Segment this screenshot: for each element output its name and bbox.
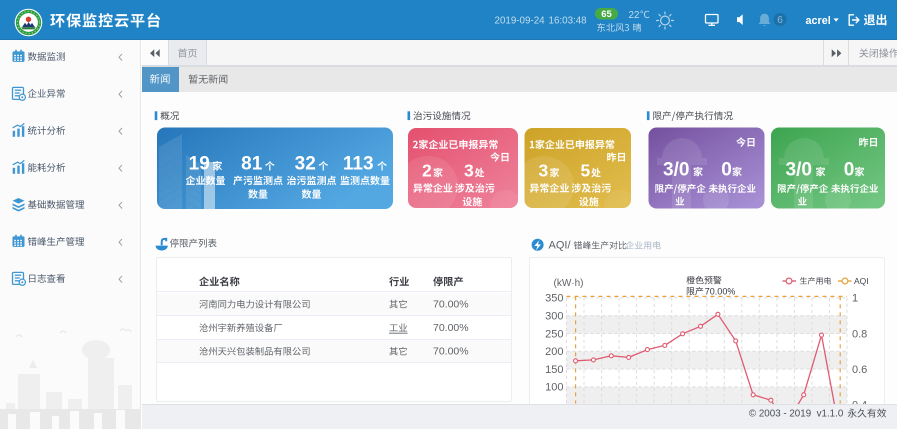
- svg-text:© 2003 - 2019 v1.1.0: © 2003 - 2019 v1.1.0: [749, 409, 844, 420]
